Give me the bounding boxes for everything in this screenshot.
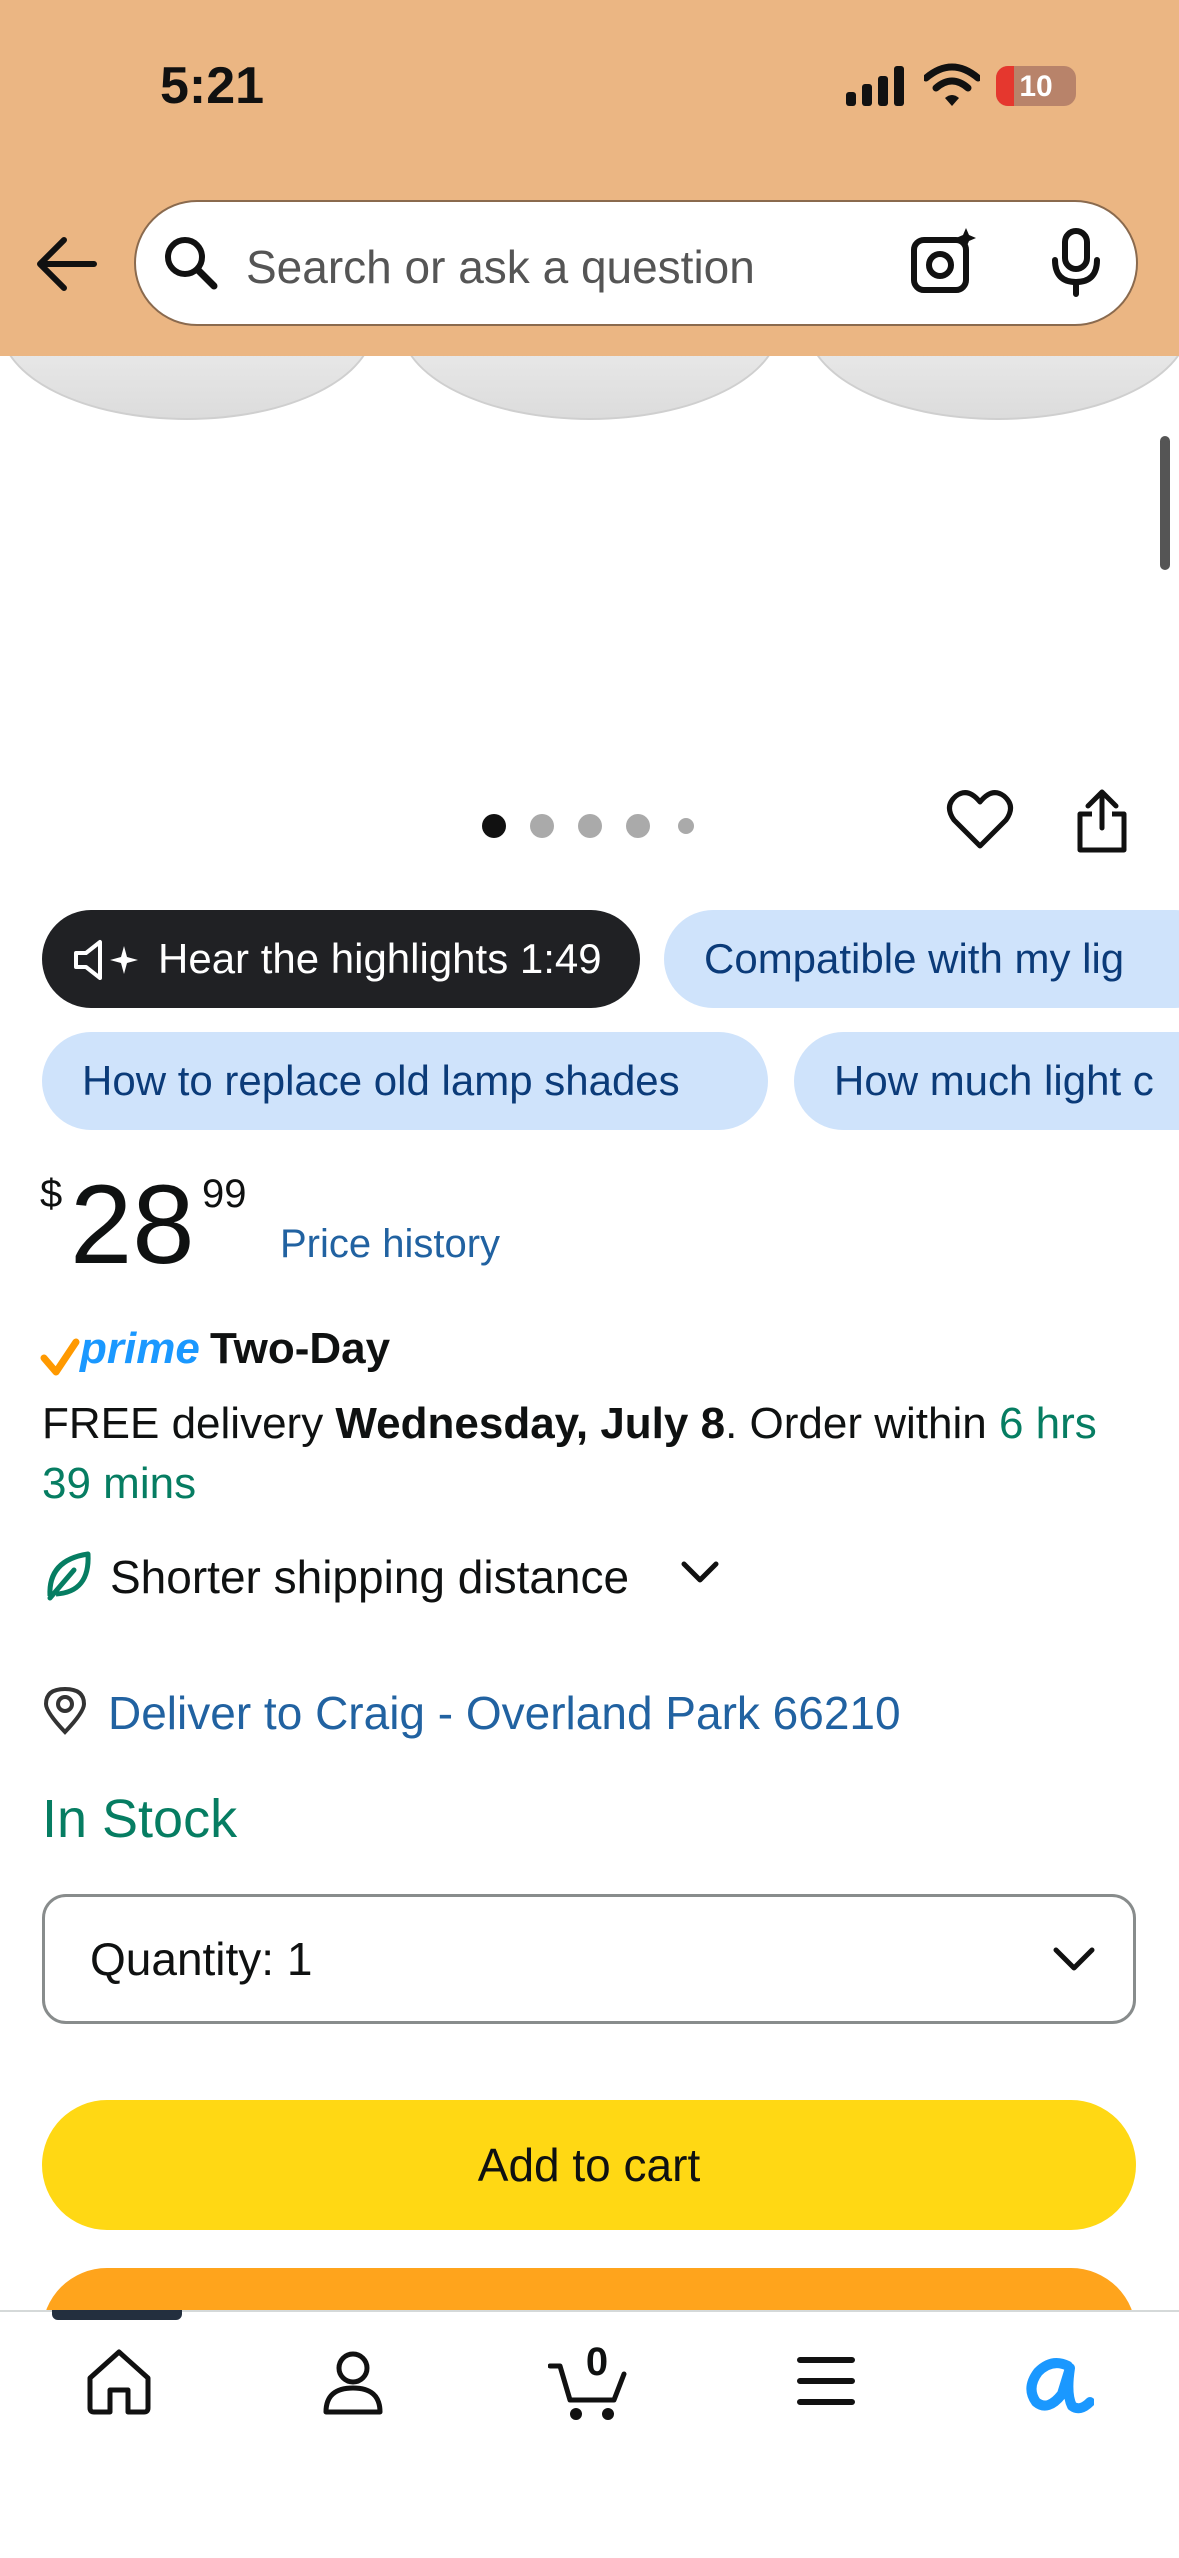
quantity-label: Quantity: 1 (90, 1932, 312, 1986)
audio-sparkle-icon (74, 940, 138, 980)
product-image[interactable] (0, 356, 1179, 466)
prime-two-day: Two-Day (210, 1324, 391, 1373)
status-time: 5:21 (160, 57, 265, 115)
leaf-icon (47, 1551, 91, 1601)
cart-count: 0 (585, 2340, 609, 2384)
price-fraction: 99 (202, 1172, 247, 1216)
home-icon[interactable] (84, 2346, 154, 2416)
carousel-dot[interactable] (530, 814, 554, 838)
deliver-to-link[interactable]: Deliver to Craig - Overland Park 66210 (108, 1686, 901, 1740)
prime-check-icon (40, 1338, 80, 1376)
back-arrow-icon[interactable] (34, 232, 98, 296)
carousel-dot[interactable] (578, 814, 602, 838)
suggestion-chip-label: How to replace old lamp shades (82, 1057, 680, 1104)
carousel-dot[interactable] (678, 818, 694, 834)
microphone-icon[interactable] (1050, 228, 1102, 298)
location-pin-icon (43, 1686, 87, 1735)
quantity-label-text: Quantity: (90, 1933, 275, 1985)
delivery-middle: . Order within (725, 1399, 999, 1448)
suggestion-chip-label: Compatible with my lig (704, 935, 1125, 982)
prime-logo: prime (80, 1324, 200, 1373)
search-placeholder: Search or ask a question (246, 241, 755, 293)
add-to-cart-button[interactable]: Add to cart (42, 2100, 1136, 2230)
quantity-value: 1 (286, 1933, 313, 1985)
heart-icon[interactable] (946, 788, 1014, 852)
share-icon[interactable] (1074, 788, 1130, 854)
hear-highlights-label: Hear the highlights 1:49 (158, 935, 602, 982)
battery-level: 10 (1019, 70, 1053, 103)
carousel-dot[interactable] (626, 814, 650, 838)
suggestion-chip[interactable]: How to replace old lamp shades (42, 1032, 768, 1130)
shipping-distance-toggle[interactable]: Shorter shipping distance (110, 1550, 629, 1604)
battery-icon: 10 (996, 66, 1076, 106)
rufus-assistant-icon[interactable] (1022, 2346, 1094, 2416)
delivery-date: Wednesday, July 8 (335, 1399, 726, 1448)
price-currency: $ (40, 1172, 63, 1216)
price-history-link[interactable]: Price history (280, 1222, 500, 1267)
suggestion-chip[interactable]: Compatible with my lig (664, 910, 1179, 1008)
account-icon[interactable] (318, 2346, 388, 2416)
chevron-down-icon[interactable] (680, 1560, 720, 1586)
chevron-down-icon (1053, 1947, 1095, 1971)
search-icon (165, 237, 218, 290)
scrollbar[interactable] (1160, 436, 1170, 570)
suggestion-chip[interactable]: How much light c (794, 1032, 1179, 1130)
menu-icon[interactable] (796, 2346, 856, 2416)
wifi-icon (924, 63, 980, 106)
stock-status: In Stock (42, 1789, 238, 1849)
delivery-prefix: FREE delivery (42, 1399, 336, 1448)
suggestion-chip-label: How much light c (834, 1057, 1154, 1104)
hear-highlights-chip[interactable]: Hear the highlights 1:49 (42, 910, 640, 1008)
price-whole: 28 (70, 1162, 195, 1287)
carousel-dot-active[interactable] (482, 814, 506, 838)
nav-active-indicator (52, 2310, 182, 2320)
delivery-message: FREE delivery Wednesday, July 8. Order w… (42, 1394, 1152, 1514)
camera-lens-icon[interactable] (908, 226, 980, 298)
cellular-signal-icon (846, 66, 906, 106)
